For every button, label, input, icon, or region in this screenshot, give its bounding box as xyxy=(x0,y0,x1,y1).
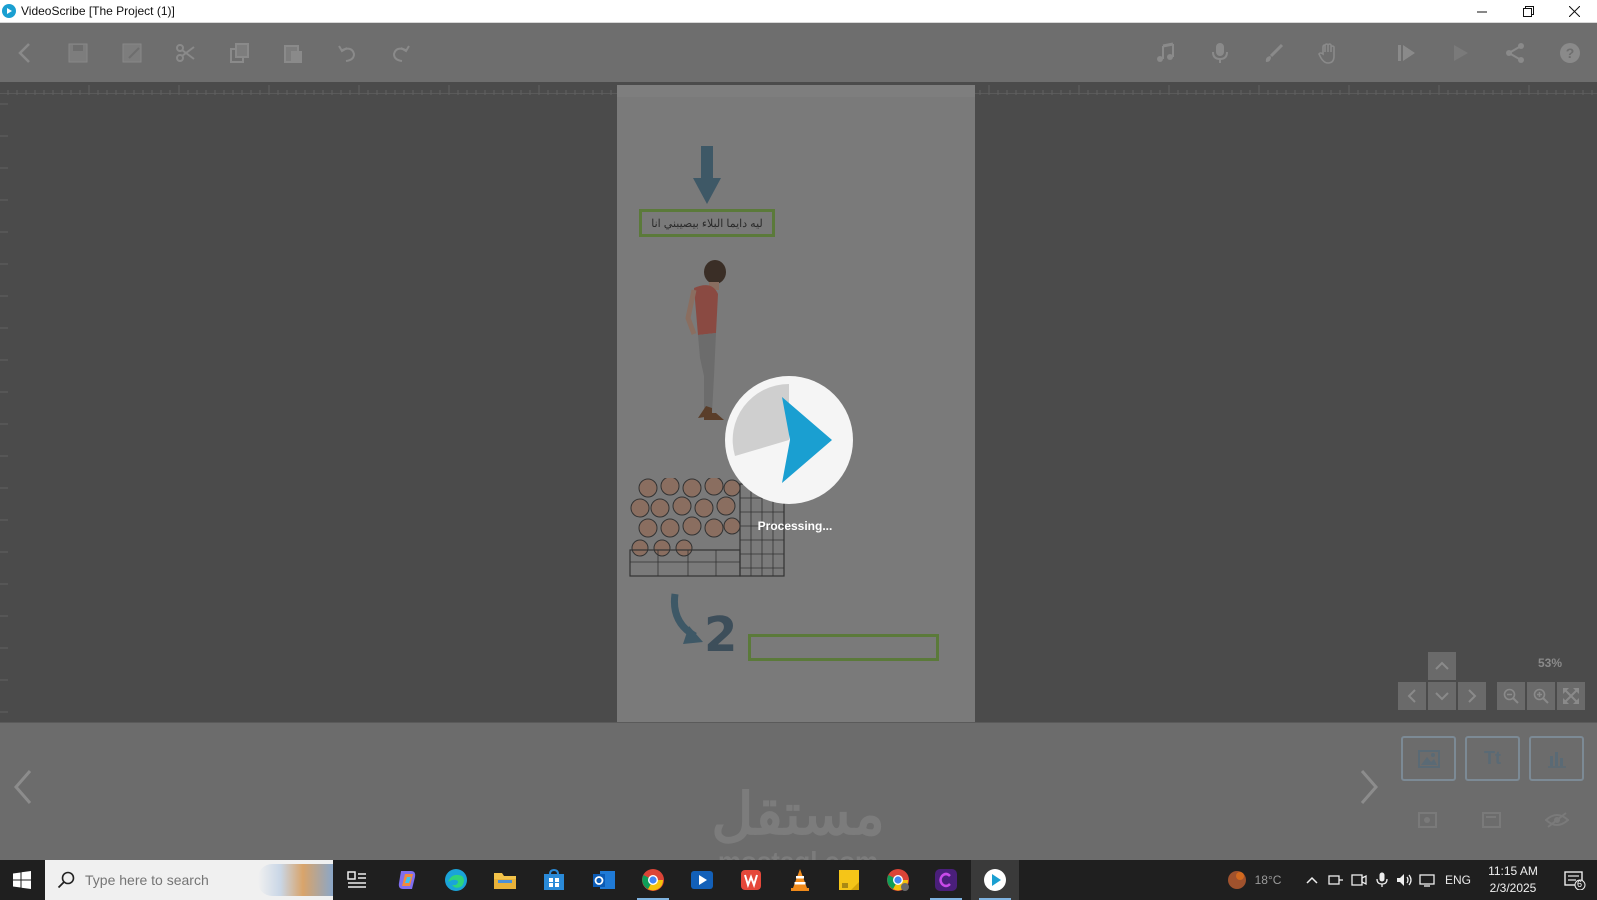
element-camera-icon[interactable] xyxy=(1479,806,1507,834)
zoom-in-button[interactable] xyxy=(1527,682,1555,710)
save-icon[interactable] xyxy=(63,38,93,68)
curved-arrow-image[interactable] xyxy=(669,592,705,653)
play-from-start-icon[interactable] xyxy=(1391,38,1421,68)
title-bar: VideoScribe [The Project (1)] xyxy=(0,0,1597,23)
notification-count: 6 xyxy=(1577,879,1583,889)
clock-time: 11:15 AM xyxy=(1488,864,1538,878)
main-toolbar: ? xyxy=(0,23,1597,82)
wps-office-icon[interactable] xyxy=(727,860,775,900)
add-chart-button[interactable] xyxy=(1529,736,1584,781)
edge-browser-icon[interactable] xyxy=(432,860,480,900)
timeline-next-icon[interactable] xyxy=(1354,765,1384,809)
microphone-tray-icon[interactable] xyxy=(1371,860,1393,900)
image-icon xyxy=(1417,749,1440,768)
ethernet-icon[interactable] xyxy=(1417,860,1439,900)
sticky-notes-icon[interactable] xyxy=(825,860,873,900)
play-icon[interactable] xyxy=(1445,38,1475,68)
windows-start-icon[interactable] xyxy=(0,860,44,900)
videoscribe-taskbar-icon[interactable] xyxy=(971,860,1019,900)
fit-screen-button[interactable] xyxy=(1557,682,1585,710)
file-explorer-icon[interactable] xyxy=(481,860,529,900)
left-ruler xyxy=(0,94,10,722)
empty-text-box[interactable] xyxy=(748,634,939,661)
play-triangle-icon xyxy=(782,397,832,483)
pan-left-button[interactable] xyxy=(1398,682,1426,710)
outlook-icon[interactable] xyxy=(580,860,628,900)
weather-widget[interactable]: 18°C xyxy=(1219,860,1289,900)
cut-icon[interactable] xyxy=(170,38,200,68)
zoom-out-button[interactable] xyxy=(1497,682,1525,710)
pan-right-button[interactable] xyxy=(1458,682,1486,710)
search-icon xyxy=(57,871,75,889)
processing-label: Processing... xyxy=(757,519,833,533)
arabic-text: ليه دايما البلاء بيصيبني انا xyxy=(651,217,763,230)
windows-taskbar: 18°C ENG 11:15 AM 2/3/2025 6 xyxy=(0,860,1597,900)
zoom-level: 53% xyxy=(1538,656,1563,670)
copy-icon[interactable] xyxy=(224,38,254,68)
microsoft-store-icon[interactable] xyxy=(530,860,578,900)
chart-icon xyxy=(1547,751,1566,768)
language-indicator[interactable]: ENG xyxy=(1441,860,1475,900)
timeline-prev-icon[interactable] xyxy=(8,765,38,809)
pan-up-button[interactable] xyxy=(1428,652,1456,680)
back-icon[interactable] xyxy=(10,38,40,68)
webcam-icon[interactable] xyxy=(1348,860,1370,900)
add-text-button[interactable]: Tt xyxy=(1465,736,1520,781)
volume-icon[interactable] xyxy=(1394,860,1416,900)
window-title: VideoScribe [The Project (1)] xyxy=(21,4,175,18)
chrome-icon[interactable] xyxy=(629,860,677,900)
down-arrow-image[interactable] xyxy=(693,146,721,209)
copilot-icon[interactable] xyxy=(383,860,431,900)
restore-button[interactable] xyxy=(1505,0,1551,23)
search-input[interactable] xyxy=(85,872,255,888)
vlc-icon[interactable] xyxy=(776,860,824,900)
canva-icon[interactable] xyxy=(922,860,970,900)
pan-down-button[interactable] xyxy=(1428,682,1456,710)
text-button-label: Tt xyxy=(1484,748,1501,768)
save-as-icon[interactable] xyxy=(117,38,147,68)
task-view-icon[interactable] xyxy=(333,860,381,900)
add-image-button[interactable] xyxy=(1401,736,1456,781)
temperature: 18°C xyxy=(1254,873,1282,887)
share-icon[interactable] xyxy=(1500,38,1530,68)
processing-play-button[interactable] xyxy=(725,376,853,504)
number-label[interactable]: 2 xyxy=(704,607,737,663)
minimize-button[interactable] xyxy=(1459,0,1505,23)
taskbar-search-box[interactable] xyxy=(45,860,333,900)
weather-icon xyxy=(1227,871,1246,889)
paste-icon[interactable] xyxy=(278,38,308,68)
close-button[interactable] xyxy=(1551,0,1597,23)
hand-icon[interactable] xyxy=(1313,38,1343,68)
visibility-icon[interactable] xyxy=(1543,806,1571,834)
media-player-icon[interactable] xyxy=(678,860,726,900)
network-adapter-icon[interactable] xyxy=(1325,860,1347,900)
clock[interactable]: 11:15 AM 2/3/2025 xyxy=(1478,863,1548,897)
camera-settings-icon[interactable] xyxy=(1415,806,1443,834)
brush-icon[interactable] xyxy=(1259,38,1289,68)
music-icon[interactable] xyxy=(1151,38,1181,68)
microphone-icon[interactable] xyxy=(1205,38,1235,68)
chrome-profile-icon[interactable] xyxy=(874,860,922,900)
arabic-text-box[interactable]: ليه دايما البلاء بيصيبني انا xyxy=(639,209,775,237)
svg-text:?: ? xyxy=(1566,45,1575,61)
redo-icon[interactable] xyxy=(386,38,416,68)
videoscribe-logo-icon xyxy=(2,4,16,18)
undo-icon[interactable] xyxy=(332,38,362,68)
notifications-icon[interactable]: 6 xyxy=(1556,860,1594,900)
help-icon[interactable]: ? xyxy=(1555,38,1585,68)
search-highlight-image xyxy=(258,864,333,896)
watermark-logo: مستقل xyxy=(711,782,885,847)
clock-date: 2/3/2025 xyxy=(1489,881,1537,895)
show-hidden-icons-icon[interactable] xyxy=(1302,860,1322,900)
